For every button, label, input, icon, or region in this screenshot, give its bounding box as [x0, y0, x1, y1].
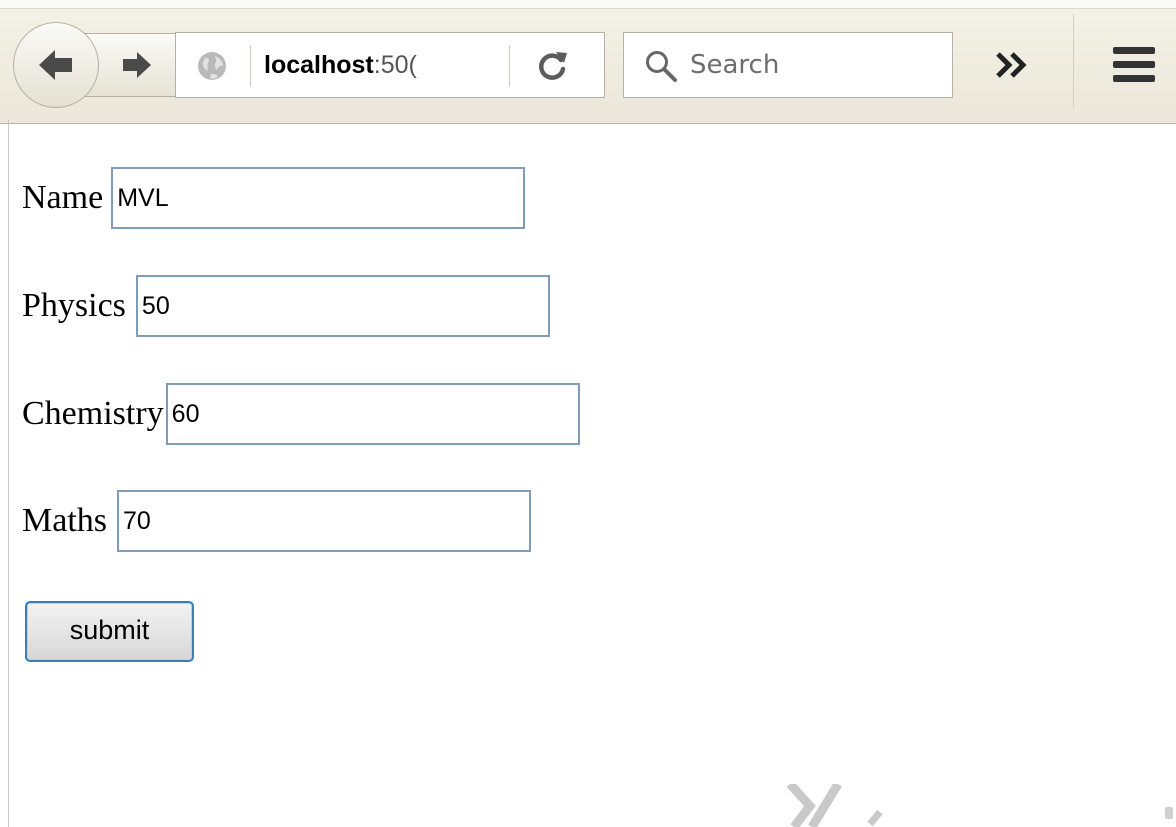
- address-divider: [250, 45, 251, 87]
- form-row-maths: Maths: [22, 490, 531, 552]
- maths-label: Maths: [22, 502, 107, 539]
- toolbar-top-edge: [0, 0, 1176, 9]
- url-port: :50(: [373, 51, 417, 79]
- name-label: Name: [22, 179, 104, 216]
- browser-window: localhost:50(Search Name MVL Physics 50…: [0, 0, 1176, 827]
- physics-input[interactable]: [135, 275, 550, 337]
- double-chevron-icon[interactable]: [994, 46, 1032, 84]
- physics-label: Physics: [22, 287, 126, 324]
- reload-divider: [509, 45, 510, 87]
- magnifier-icon: [646, 51, 677, 82]
- chemistry-label: Chemistry: [22, 395, 164, 432]
- browser-toolbar: localhost:50(: [0, 0, 1176, 124]
- url-text[interactable]: localhost:50(: [264, 33, 417, 97]
- hamburger-menu-icon[interactable]: [1111, 44, 1157, 86]
- back-button[interactable]: [13, 22, 99, 108]
- url-host: localhost: [264, 51, 374, 79]
- name-input[interactable]: [111, 167, 526, 229]
- page-content: Name Physics Chemistry Maths submit: [0, 124, 1176, 827]
- toolbar-divider: [1073, 14, 1074, 108]
- address-bar[interactable]: localhost:50(: [175, 32, 605, 98]
- chemistry-input[interactable]: [165, 383, 580, 445]
- search-input[interactable]: [690, 39, 940, 91]
- maths-input[interactable]: [117, 490, 531, 552]
- form-row-name: Name: [22, 167, 526, 229]
- edge-mark: [1165, 807, 1173, 819]
- form-row-chemistry: Chemistry: [22, 383, 580, 445]
- submit-button[interactable]: submit: [25, 601, 194, 662]
- search-bar[interactable]: [623, 32, 953, 98]
- forward-arrow-icon: [122, 52, 151, 78]
- reload-icon[interactable]: [536, 49, 570, 83]
- globe-icon: [198, 52, 226, 80]
- form-row-physics: Physics: [22, 275, 550, 337]
- watermark-mark: [786, 784, 883, 827]
- back-arrow-icon: [39, 50, 72, 80]
